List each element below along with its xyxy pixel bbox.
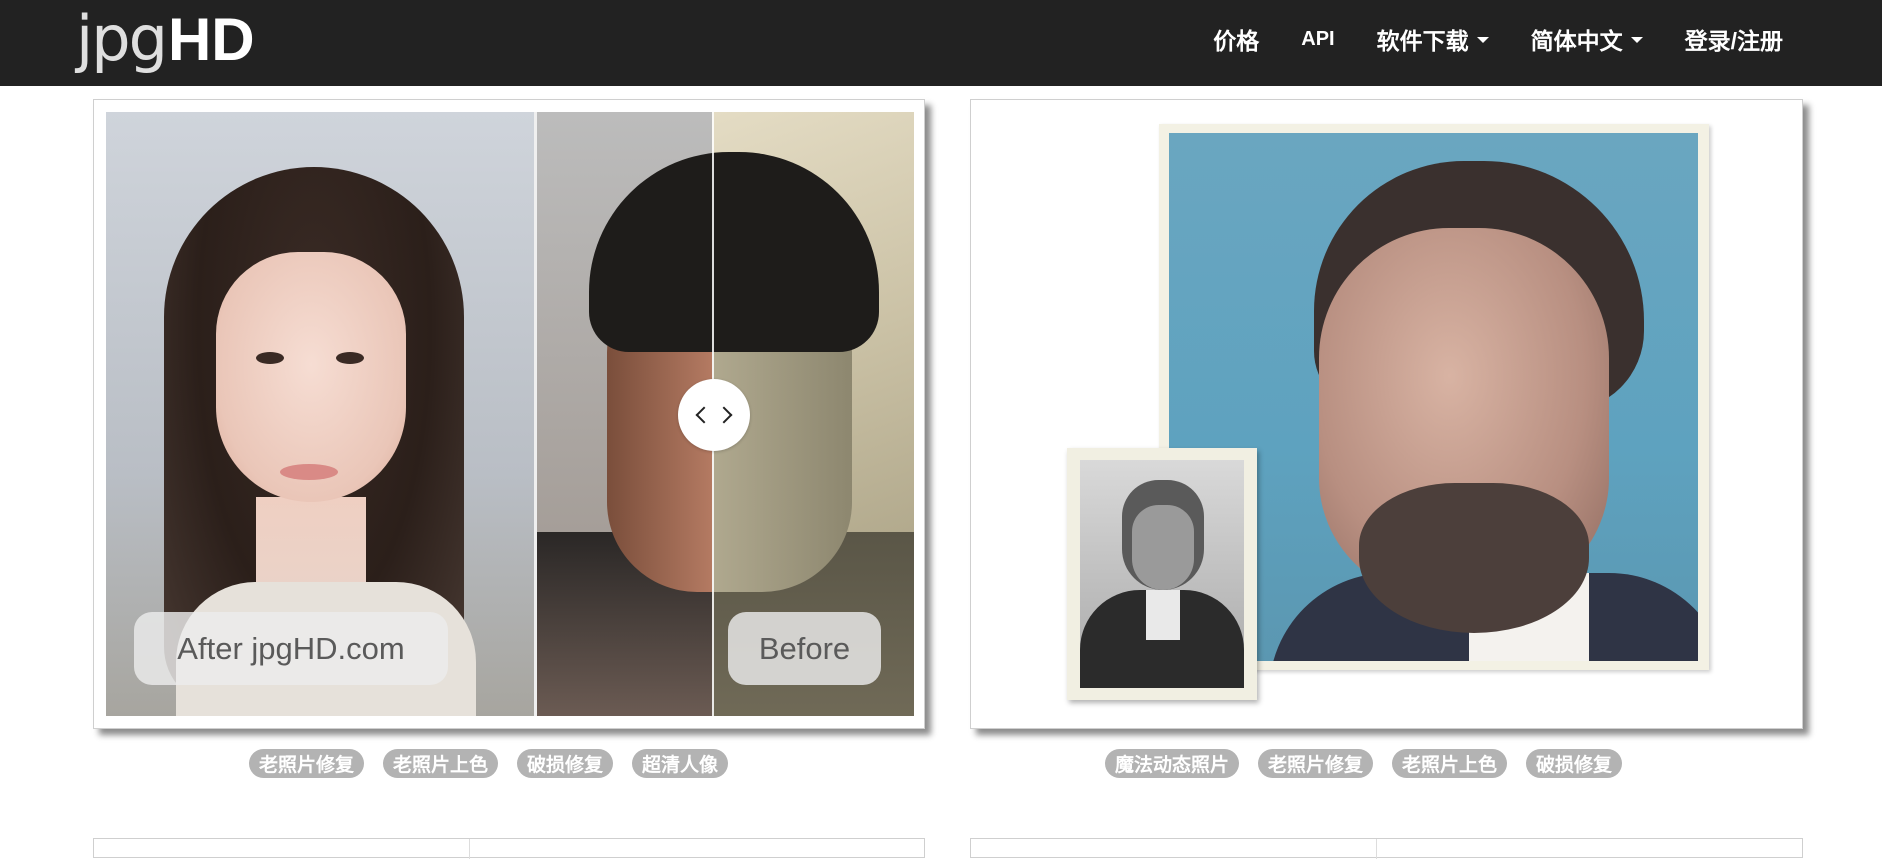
nav-software-download[interactable]: 软件下载 [1356, 22, 1510, 56]
nav-api-label: API [1301, 27, 1335, 50]
showcase-card-colorize [970, 99, 1803, 729]
nav-api[interactable]: API [1280, 28, 1355, 51]
caret-down-icon [1630, 37, 1643, 43]
original-photo-frame [1067, 448, 1257, 700]
top-navbar: jpg HD 价格 API 软件下载 简体中文 登录/注册 [0, 0, 1882, 86]
chevron-right-icon [715, 406, 733, 424]
tag-damage-repair[interactable]: 破损修复 [517, 749, 614, 778]
comparison-slider-handle[interactable] [678, 379, 750, 451]
nav-pricing-label: 价格 [1213, 28, 1260, 54]
tag-old-photo-colorize[interactable]: 老照片上色 [1392, 749, 1508, 778]
nav-language-label: 简体中文 [1530, 28, 1623, 54]
tag-old-photo-restore[interactable]: 老照片修复 [249, 749, 365, 778]
feature-tags-card2: 魔法动态照片 老照片修复 老照片上色 破损修复 [1105, 749, 1623, 778]
nav-pricing[interactable]: 价格 [1192, 22, 1280, 56]
jpghd-logo[interactable]: jpg HD [76, 0, 255, 70]
logo-bold-text: HD [167, 6, 255, 73]
feature-tags-card1: 老照片修复 老照片上色 破损修复 超清人像 [249, 749, 729, 778]
tag-old-photo-colorize[interactable]: 老照片上色 [383, 749, 499, 778]
before-after-comparison[interactable]: After jpgHD.com Before [106, 112, 914, 716]
caret-down-icon [1476, 37, 1489, 43]
tag-damage-repair[interactable]: 破损修复 [1526, 749, 1623, 778]
nav-software-download-label: 软件下载 [1376, 28, 1469, 54]
original-bw-portrait [1080, 460, 1244, 688]
nav-login-register-label: 登录/注册 [1684, 28, 1783, 54]
logo-light-text: jpg [76, 2, 168, 75]
nav-login-register[interactable]: 登录/注册 [1664, 22, 1804, 56]
next-card-left [93, 838, 925, 859]
main-nav: 价格 API 软件下载 简体中文 登录/注册 [1192, 0, 1804, 78]
showcase-card-restoration: After jpgHD.com Before [93, 99, 925, 729]
tag-old-photo-restore[interactable]: 老照片修复 [1258, 749, 1374, 778]
before-label: Before [728, 612, 881, 685]
tag-magic-animated-photo[interactable]: 魔法动态照片 [1105, 749, 1240, 778]
next-card-right [970, 838, 1803, 859]
chevron-left-icon [695, 406, 713, 424]
nav-language[interactable]: 简体中文 [1510, 22, 1664, 56]
lincoln-colorized-image[interactable] [971, 100, 1802, 728]
tag-hd-portrait[interactable]: 超清人像 [632, 749, 729, 778]
after-label: After jpgHD.com [134, 612, 448, 685]
